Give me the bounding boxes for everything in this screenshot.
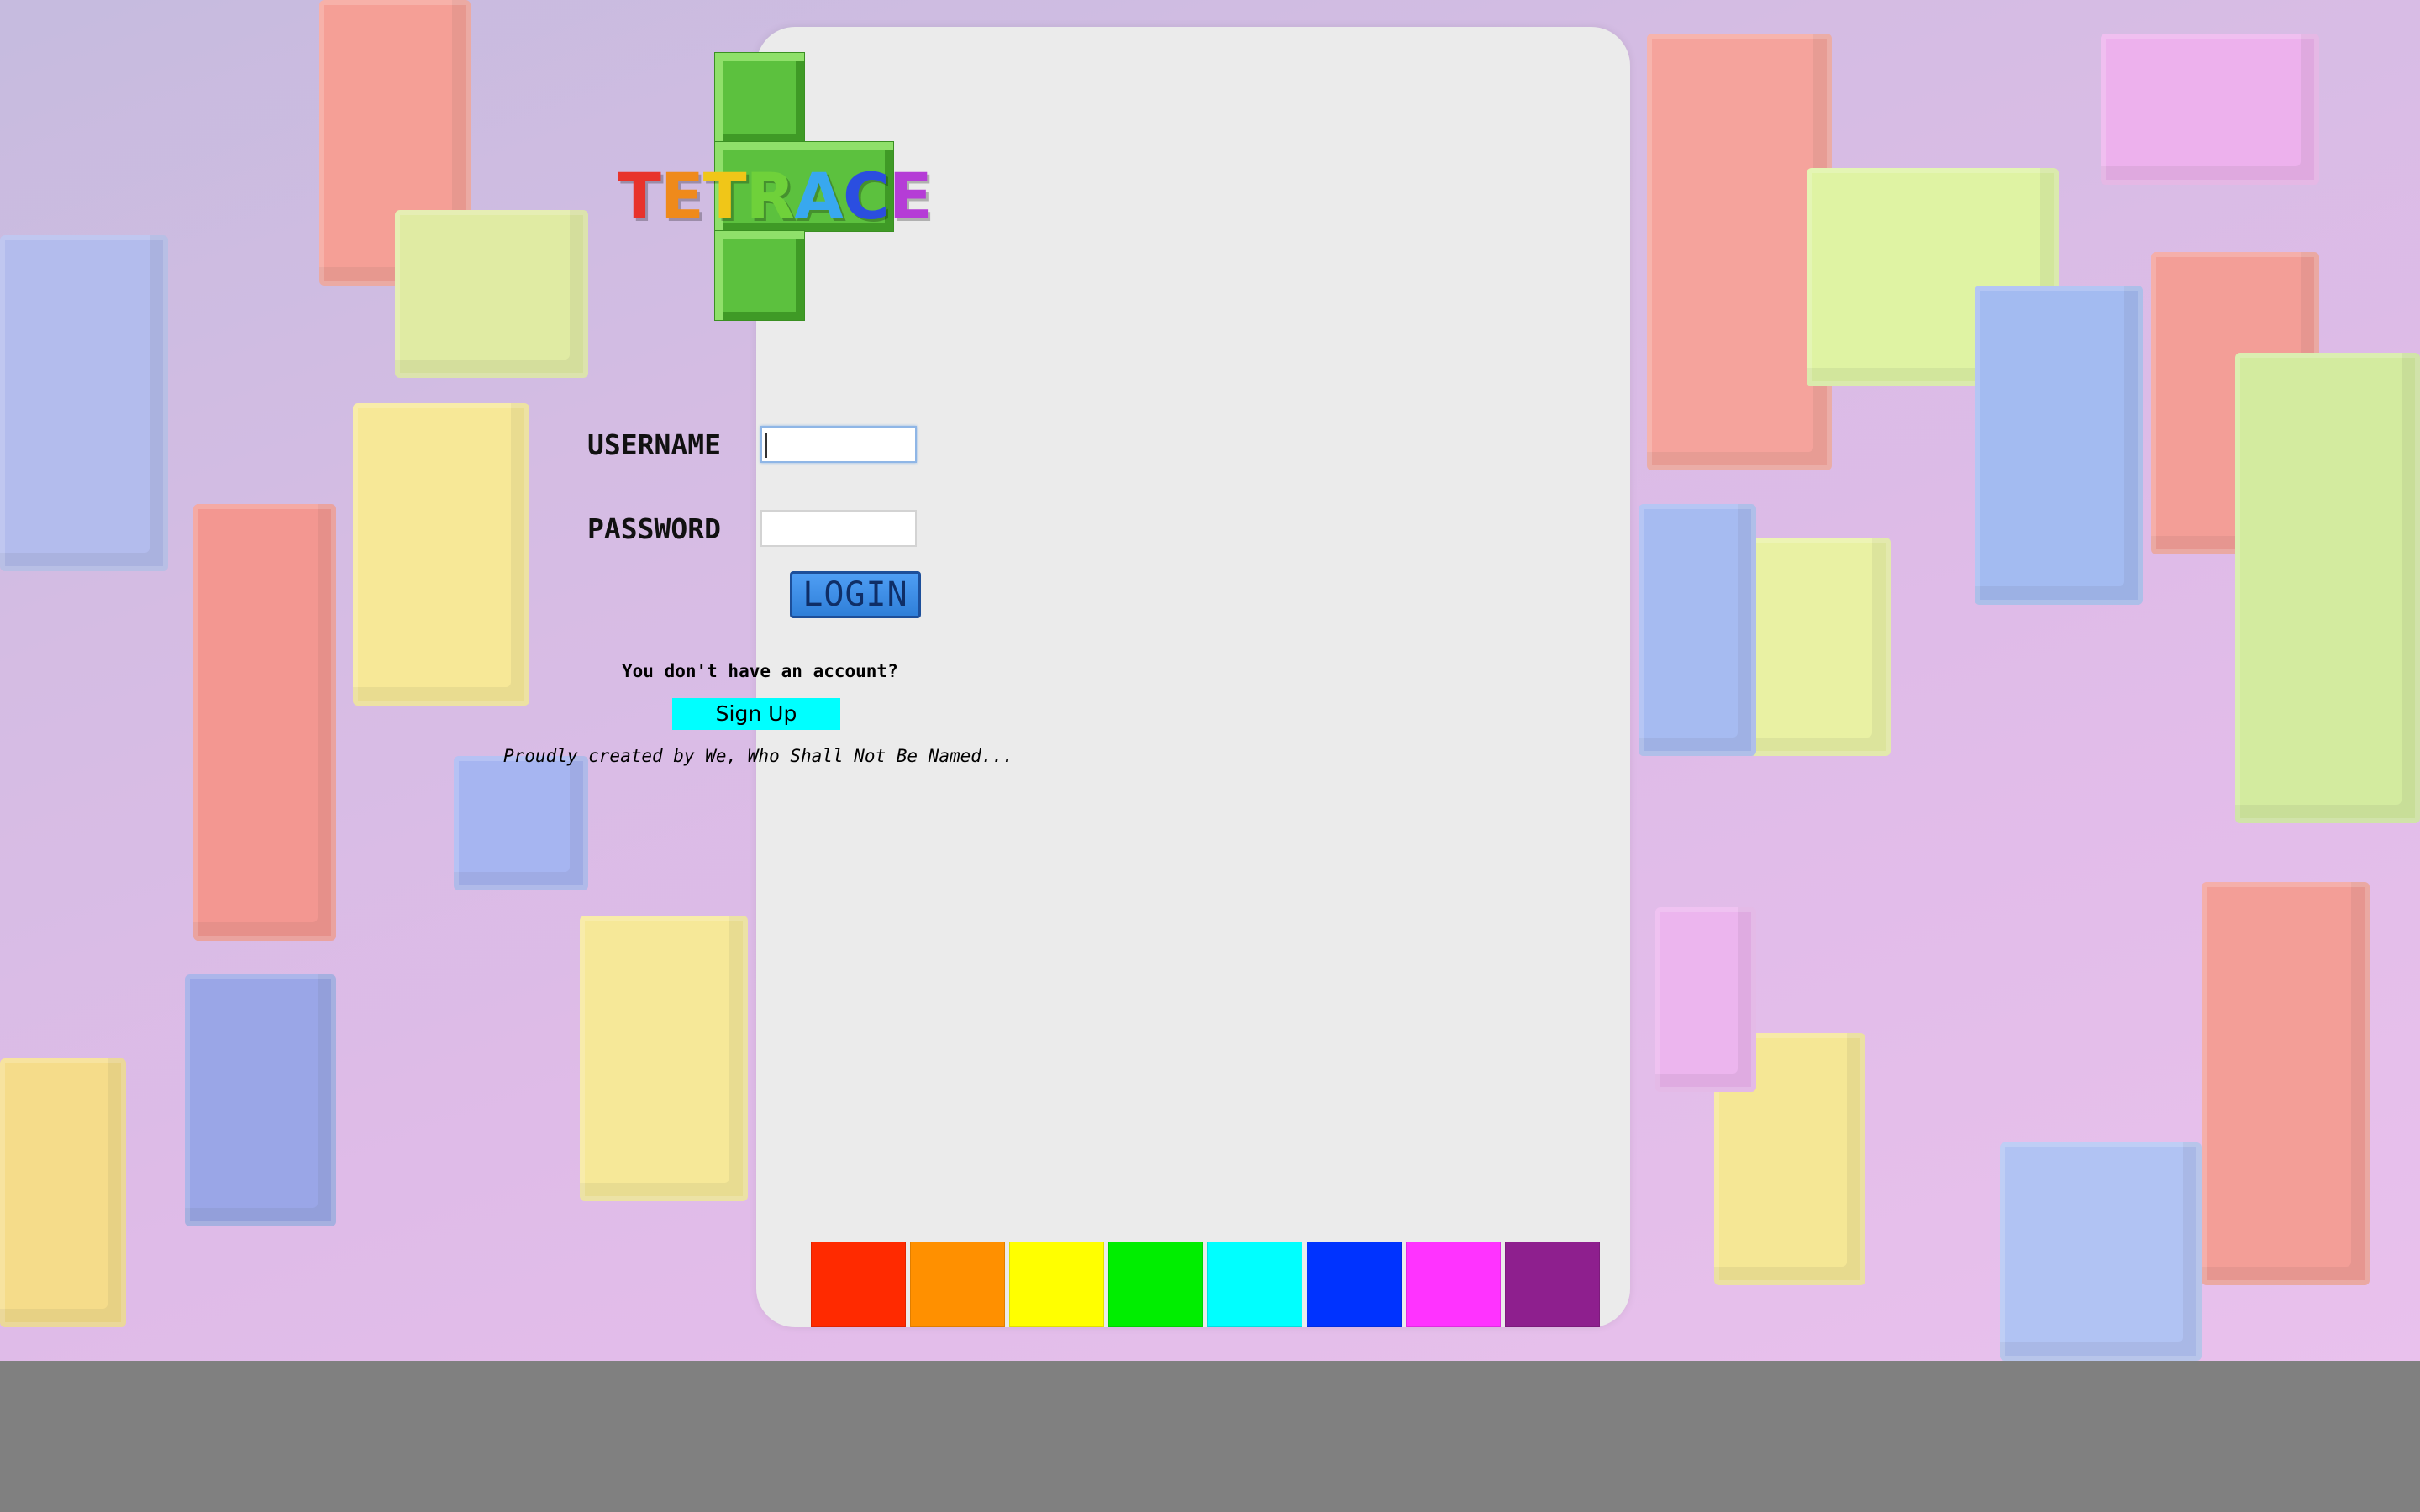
- password-label: PASSWORD: [587, 512, 721, 545]
- logo-letter: E: [660, 159, 704, 234]
- logo-letter: T: [618, 159, 661, 234]
- logo-letter: R: [745, 159, 796, 234]
- no-account-prompt: You don't have an account?: [622, 661, 898, 681]
- palette-swatch-yellow: [1009, 1242, 1104, 1327]
- palette-swatch-blue: [1307, 1242, 1402, 1327]
- credits-text: Proudly created by We, Who Shall Not Be …: [503, 746, 1013, 766]
- palette-swatch-magenta: [1406, 1242, 1501, 1327]
- logo-letter: A: [794, 159, 844, 234]
- text-caret: [765, 433, 767, 458]
- palette-swatch-purple: [1505, 1242, 1600, 1327]
- logo-letter: E: [888, 159, 933, 234]
- sign-up-button[interactable]: Sign Up: [672, 698, 840, 730]
- logo-letter: T: [702, 159, 747, 234]
- password-input[interactable]: [760, 510, 917, 547]
- username-label: USERNAME: [587, 428, 721, 461]
- tetrace-logo: TETRACE: [618, 52, 933, 321]
- palette-swatch-orange: [910, 1242, 1005, 1327]
- logo-letter: C: [842, 159, 890, 234]
- palette-swatch-cyan: [1207, 1242, 1302, 1327]
- palette-swatch-red: [811, 1242, 906, 1327]
- palette-swatch-green: [1108, 1242, 1203, 1327]
- logo-cube: [714, 52, 805, 143]
- username-input[interactable]: [760, 426, 917, 463]
- color-palette: [811, 1242, 1600, 1327]
- logo-wordmark: TETRACE: [618, 146, 933, 247]
- login-button[interactable]: LOGIN: [790, 571, 921, 618]
